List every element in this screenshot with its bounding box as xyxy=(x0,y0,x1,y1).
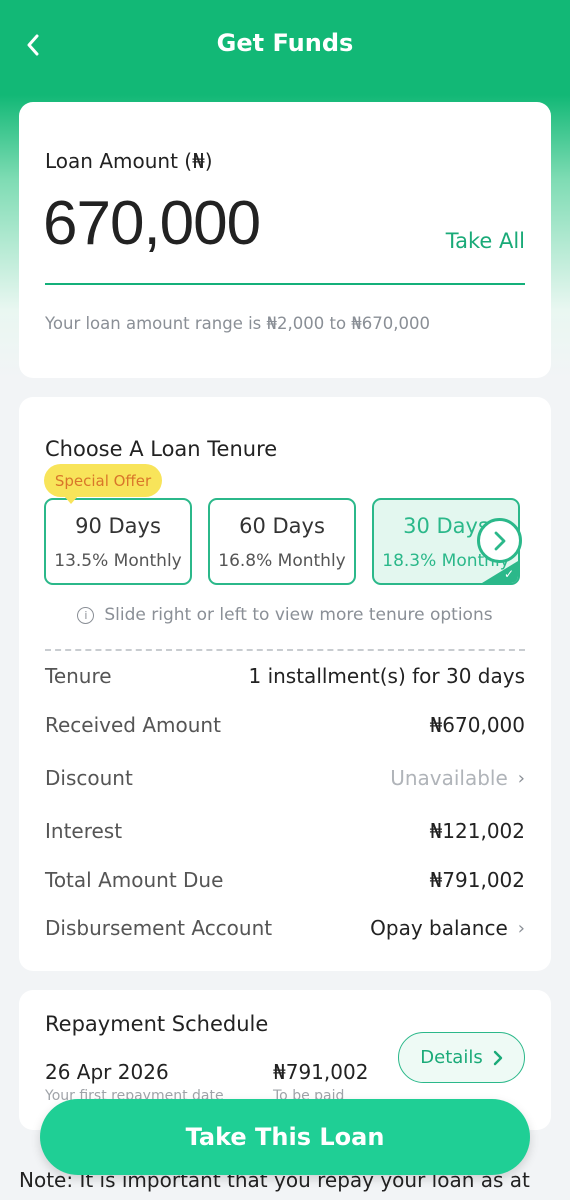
tenure-option-rate: 13.5% Monthly xyxy=(54,551,182,571)
discount-value: Unavailable xyxy=(390,766,508,790)
loan-amount-card: Loan Amount (₦) 670,000 Take All Your lo… xyxy=(19,102,551,378)
repayment-amount: ₦791,002 xyxy=(273,1060,369,1084)
row-label: Interest xyxy=(45,819,123,843)
row-value: ₦791,002 xyxy=(429,868,525,892)
loan-tenure-card: Choose A Loan Tenure Special Offer 90 Da… xyxy=(19,397,551,971)
tenure-hint-text: Slide right or left to view more tenure … xyxy=(104,605,493,625)
tenure-option-60-days[interactable]: 60 Days 16.8% Monthly xyxy=(208,498,356,585)
details-button-label: Details xyxy=(420,1047,483,1068)
repayment-date: 26 Apr 2026 xyxy=(45,1060,169,1084)
special-offer-badge: Special Offer xyxy=(44,464,162,504)
take-loan-button[interactable]: Take This Loan xyxy=(40,1099,530,1175)
disbursement-account-row[interactable]: Disbursement Account Opay balance › xyxy=(45,914,525,942)
tenure-option-rate: 16.8% Monthly xyxy=(218,551,346,571)
app-header: Get Funds xyxy=(0,0,570,90)
page-title: Get Funds xyxy=(216,29,354,57)
tenure-hint: i Slide right or left to view more tenur… xyxy=(19,605,551,625)
tenure-section-title: Choose A Loan Tenure xyxy=(45,437,278,461)
row-label: Total Amount Due xyxy=(45,868,224,892)
chevron-right-icon: › xyxy=(517,767,525,789)
repayment-title: Repayment Schedule xyxy=(45,1012,269,1036)
interest-row: Interest ₦121,002 xyxy=(45,817,525,845)
details-button[interactable]: Details xyxy=(398,1032,525,1083)
loan-range-text: Your loan amount range is ₦2,000 to ₦670… xyxy=(45,314,431,333)
tenure-row: Tenure 1 installment(s) for 30 days xyxy=(45,662,525,690)
loan-amount-label: Loan Amount (₦) xyxy=(45,149,213,173)
tenure-option-90-days[interactable]: 90 Days 13.5% Monthly xyxy=(44,498,192,585)
row-label: Discount xyxy=(45,766,133,790)
tenure-option-days: 60 Days xyxy=(239,514,325,538)
scroll-next-button[interactable] xyxy=(477,518,522,563)
chevron-right-icon xyxy=(493,1050,502,1065)
divider xyxy=(45,649,525,651)
row-label: Tenure xyxy=(45,664,112,688)
take-all-button[interactable]: Take All xyxy=(446,229,525,253)
total-amount-due-row: Total Amount Due ₦791,002 xyxy=(45,866,525,894)
chevron-right-icon xyxy=(494,531,505,550)
account-value: Opay balance xyxy=(370,916,508,940)
amount-underline xyxy=(45,283,525,285)
row-value: Opay balance › xyxy=(370,916,525,940)
received-amount-row: Received Amount ₦670,000 xyxy=(45,711,525,739)
row-label: Received Amount xyxy=(45,713,221,737)
chevron-right-icon: › xyxy=(517,917,525,939)
row-value: Unavailable › xyxy=(390,766,525,790)
row-value: ₦670,000 xyxy=(429,713,525,737)
check-icon: ✓ xyxy=(503,567,514,581)
loan-amount-input[interactable]: 670,000 xyxy=(43,188,261,259)
row-value: 1 installment(s) for 30 days xyxy=(248,664,525,688)
tenure-option-days: 90 Days xyxy=(75,514,161,538)
row-value: ₦121,002 xyxy=(429,819,525,843)
row-label: Disbursement Account xyxy=(45,916,273,940)
discount-row[interactable]: Discount Unavailable › xyxy=(45,764,525,792)
info-icon: i xyxy=(77,606,95,624)
